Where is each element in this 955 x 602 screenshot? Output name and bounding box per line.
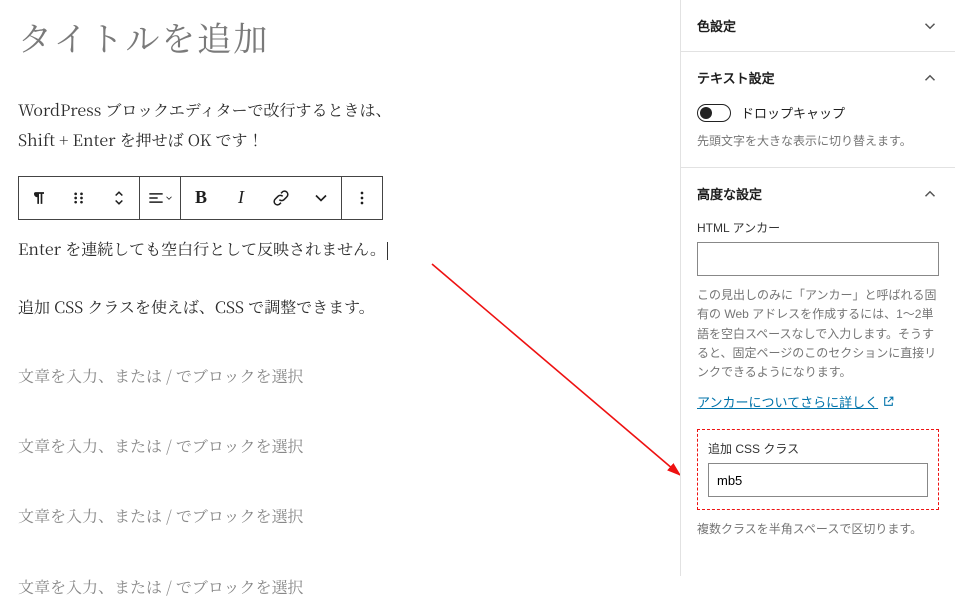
anchor-label: HTML アンカー (697, 219, 939, 236)
empty-block-placeholder[interactable]: 文章を入力、または / でブロックを選択 (18, 431, 652, 461)
empty-block-placeholder[interactable]: 文章を入力、または / でブロックを選択 (18, 501, 652, 531)
dropcap-hint: 先頭文字を大きな表示に切り替えます。 (697, 132, 939, 151)
chevron-down-icon (164, 193, 174, 203)
block-settings-sidebar: 色設定 テキスト設定 ドロップキャップ 先頭文字を大きな表示に切り替えます。 高… (680, 0, 955, 576)
drag-handle-button[interactable] (59, 177, 99, 219)
text-caret (387, 242, 388, 260)
chevron-down-icon (921, 17, 939, 35)
anchor-hint: この見出しのみに「アンカー」と呼ばれる固有の Web アドレスを作成するには、1… (697, 286, 939, 382)
link-text: アンカーについてさらに詳しく (697, 392, 878, 411)
link-button[interactable] (261, 177, 301, 219)
css-class-highlight: 追加 CSS クラス (697, 429, 939, 510)
panel-title: 高度な設定 (697, 184, 762, 203)
bold-button[interactable]: B (181, 177, 221, 219)
chevron-up-icon (921, 185, 939, 203)
panel-advanced: 高度な設定 HTML アンカー この見出しのみに「アンカー」と呼ばれる固有の W… (681, 168, 955, 555)
align-button[interactable] (140, 177, 180, 219)
anchor-input[interactable] (697, 242, 939, 276)
options-icon (352, 188, 372, 208)
dropcap-label: ドロップキャップ (741, 103, 845, 122)
external-link-icon (882, 395, 895, 408)
css-class-input[interactable] (708, 463, 928, 497)
panel-color-toggle[interactable]: 色設定 (697, 16, 939, 35)
paragraph-icon (29, 188, 49, 208)
dropcap-toggle[interactable] (697, 104, 731, 122)
panel-title: テキスト設定 (697, 68, 775, 87)
block-options-button[interactable] (342, 177, 382, 219)
editor-canvas: タイトルを追加 WordPress ブロックエディターで改行するときは、 Shi… (0, 0, 670, 576)
post-title-placeholder[interactable]: タイトルを追加 (18, 12, 652, 61)
mover-icon (109, 188, 129, 208)
paragraph-block[interactable]: 追加 CSS クラスを使えば、CSS で調整できます。 (18, 292, 652, 322)
panel-text-toggle[interactable]: テキスト設定 (697, 68, 939, 87)
panel-color: 色設定 (681, 0, 955, 52)
panel-advanced-toggle[interactable]: 高度な設定 (697, 184, 939, 203)
selected-paragraph-block[interactable]: Enter を連続しても空白行として反映されません。 (18, 234, 652, 264)
more-richtext-button[interactable] (301, 177, 341, 219)
empty-block-placeholder[interactable]: 文章を入力、または / でブロックを選択 (18, 572, 652, 602)
paragraph-block[interactable]: WordPress ブロックエディターで改行するときは、 (18, 95, 652, 125)
align-left-icon (146, 188, 166, 208)
css-class-hint: 複数クラスを半角スペースで区切ります。 (697, 520, 939, 539)
css-class-label: 追加 CSS クラス (708, 440, 928, 457)
panel-title: 色設定 (697, 16, 736, 35)
paragraph-text: Enter を連続しても空白行として反映されません。 (18, 234, 386, 264)
block-mover-button[interactable] (99, 177, 139, 219)
chevron-down-icon (311, 188, 331, 208)
link-icon (271, 188, 291, 208)
empty-block-placeholder[interactable]: 文章を入力、または / でブロックを選択 (18, 361, 652, 391)
panel-text: テキスト設定 ドロップキャップ 先頭文字を大きな表示に切り替えます。 (681, 52, 955, 168)
block-toolbar: B I (18, 176, 383, 220)
paragraph-block[interactable]: Shift + Enter を押せば OK です！ (18, 125, 652, 155)
italic-button[interactable]: I (221, 177, 261, 219)
anchor-learn-more-link[interactable]: アンカーについてさらに詳しく (697, 392, 895, 411)
drag-icon (69, 188, 89, 208)
block-type-button[interactable] (19, 177, 59, 219)
chevron-up-icon (921, 69, 939, 87)
